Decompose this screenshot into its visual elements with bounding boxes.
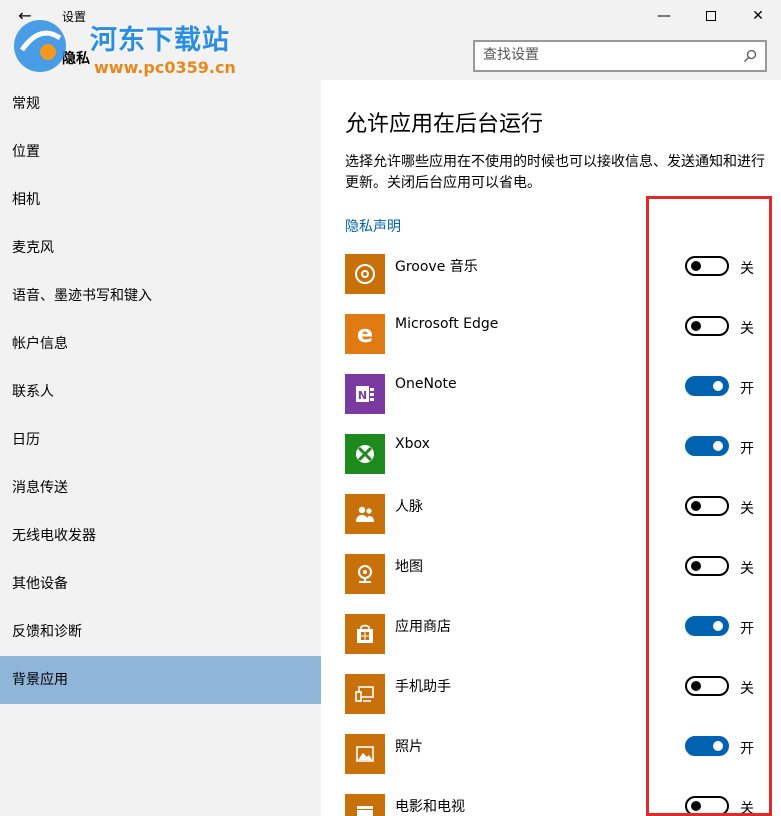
edge-icon: e [345, 314, 385, 354]
app-name: 人脉 [395, 499, 423, 515]
sidebar-item-location[interactable]: 位置 [0, 128, 321, 176]
sidebar-item-account-info[interactable]: 帐户信息 [0, 320, 321, 368]
maximize-icon [706, 11, 716, 21]
sidebar-item-calendar[interactable]: 日历 [0, 416, 321, 464]
app-name: 手机助手 [395, 679, 451, 695]
background-toggle[interactable] [685, 316, 729, 336]
section-title: 隐私 [62, 51, 90, 67]
back-button[interactable]: ← [10, 4, 40, 28]
app-row-store: 应用商店 开 [345, 614, 765, 656]
app-name: 照片 [395, 739, 423, 755]
sidebar-item-feedback-diagnostics[interactable]: 反馈和诊断 [0, 608, 321, 656]
xbox-icon [345, 434, 385, 474]
sidebar-item-background-apps[interactable]: 背景应用 [0, 656, 321, 704]
app-row-microsoft-edge: e Microsoft Edge 关 [345, 314, 765, 356]
background-toggle[interactable] [685, 376, 729, 396]
toggle-state-label: 关 [740, 501, 754, 517]
back-arrow-icon: ← [18, 6, 32, 25]
sidebar-item-radios[interactable]: 无线电收发器 [0, 512, 321, 560]
app-row-phone-companion: 手机助手 关 [345, 674, 765, 716]
toggle-state-label: 开 [740, 441, 754, 457]
sidebar-item-general[interactable]: 常规 [0, 80, 321, 128]
app-row-photos: 照片 开 [345, 734, 765, 776]
app-row-onenote: N OneNote 开 [345, 374, 765, 416]
groove-music-icon [345, 254, 385, 294]
photos-icon [345, 734, 385, 774]
sidebar-item-other-devices[interactable]: 其他设备 [0, 560, 321, 608]
toggle-state-label: 关 [740, 561, 754, 577]
search-icon[interactable] [743, 49, 757, 63]
sidebar: 常规 位置 相机 麦克风 语音、墨迹书写和键入 帐户信息 联系人 日历 消息传送… [0, 80, 321, 816]
people-icon [345, 494, 385, 534]
sidebar-item-microphone[interactable]: 麦克风 [0, 224, 321, 272]
page-title: 允许应用在后台运行 [345, 112, 544, 137]
app-row-movies-tv: 电影和电视 关 [345, 794, 765, 816]
main-content: 允许应用在后台运行 选择允许哪些应用在不使用的时候也可以接收信息、发送通知和进行… [321, 80, 781, 816]
app-name: 地图 [395, 559, 423, 575]
app-name: Xbox [395, 436, 430, 452]
sidebar-item-camera[interactable]: 相机 [0, 176, 321, 224]
app-name: Groove 音乐 [395, 259, 478, 275]
toggle-state-label: 开 [740, 381, 754, 397]
page-description: 选择允许哪些应用在不使用的时候也可以接收信息、发送通知和进行更新。关闭后台应用可… [345, 154, 765, 191]
app-name: Microsoft Edge [395, 316, 499, 332]
maximize-button[interactable] [688, 0, 734, 32]
minimize-button[interactable]: — [641, 0, 687, 32]
app-name: 应用商店 [395, 619, 451, 635]
app-name: OneNote [395, 376, 457, 392]
sidebar-item-messaging[interactable]: 消息传送 [0, 464, 321, 512]
window-title: 设置 [62, 10, 87, 24]
toggle-state-label: 开 [740, 621, 754, 637]
search-input[interactable] [483, 47, 723, 63]
toggle-state-label: 开 [740, 741, 754, 757]
background-toggle[interactable] [685, 556, 729, 576]
app-row-groove-music: Groove 音乐 关 [345, 254, 765, 296]
background-toggle[interactable] [685, 616, 729, 636]
search-box[interactable] [473, 40, 767, 72]
app-row-xbox: Xbox 开 [345, 434, 765, 476]
background-toggle[interactable] [685, 736, 729, 756]
sidebar-item-speech-inking-typing[interactable]: 语音、墨迹书写和键入 [0, 272, 321, 320]
app-row-maps: 地图 关 [345, 554, 765, 596]
background-toggle[interactable] [685, 436, 729, 456]
toggle-state-label: 关 [740, 261, 754, 277]
minimize-icon: — [657, 8, 671, 24]
phone-companion-icon [345, 674, 385, 714]
close-icon: ✕ [752, 8, 764, 24]
background-toggle[interactable] [685, 256, 729, 276]
sidebar-item-contacts[interactable]: 联系人 [0, 368, 321, 416]
app-name: 电影和电视 [395, 799, 465, 815]
svg-text:N: N [358, 389, 367, 402]
store-icon [345, 614, 385, 654]
background-toggle[interactable] [685, 796, 729, 816]
background-toggle[interactable] [685, 676, 729, 696]
close-button[interactable]: ✕ [735, 0, 781, 32]
app-row-people: 人脉 关 [345, 494, 765, 536]
maps-icon [345, 554, 385, 594]
title-bar: ← 设置 隐私 — ✕ [0, 0, 781, 80]
onenote-icon: N [345, 374, 385, 414]
toggle-state-label: 关 [740, 321, 754, 337]
toggle-state-label: 关 [740, 801, 754, 816]
background-toggle[interactable] [685, 496, 729, 516]
toggle-state-label: 关 [740, 681, 754, 697]
privacy-statement-link[interactable]: 隐私声明 [345, 216, 401, 236]
movies-tv-icon [345, 794, 385, 816]
